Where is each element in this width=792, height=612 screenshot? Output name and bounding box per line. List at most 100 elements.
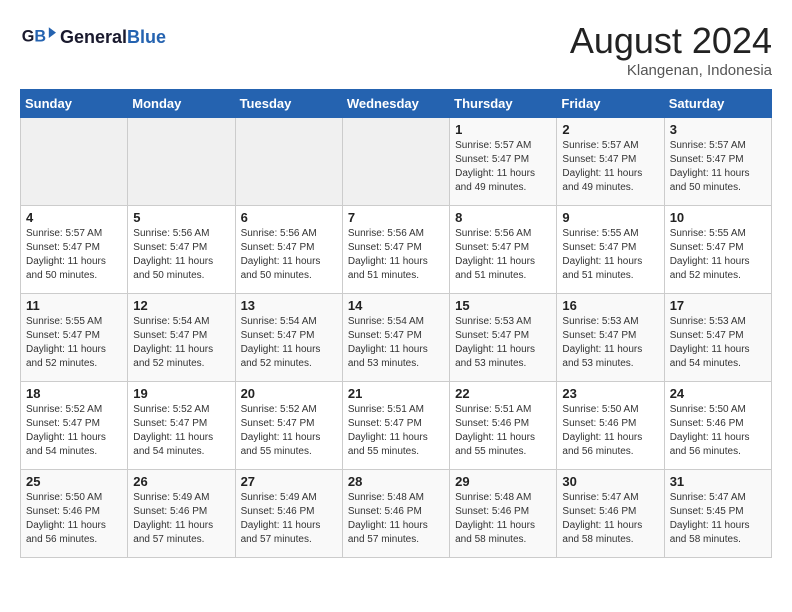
day-info: Sunrise: 5:56 AM Sunset: 5:47 PM Dayligh… [348, 227, 444, 283]
day-number: 2 [562, 122, 658, 137]
day-info: Sunrise: 5:53 AM Sunset: 5:47 PM Dayligh… [455, 315, 551, 371]
day-info: Sunrise: 5:51 AM Sunset: 5:47 PM Dayligh… [348, 403, 444, 459]
calendar-table: SundayMondayTuesdayWednesdayThursdayFrid… [20, 89, 772, 558]
day-cell: 3 Sunrise: 5:57 AM Sunset: 5:47 PM Daylig… [664, 118, 771, 206]
day-cell: 8Sunrise: 5:56 AM Sunset: 5:47 PM Daylig… [450, 206, 557, 294]
day-info: Sunrise: 5:55 AM Sunset: 5:47 PM Dayligh… [26, 315, 122, 371]
svg-text:B: B [34, 28, 46, 46]
day-info: Sunrise: 5:52 AM Sunset: 5:47 PM Dayligh… [241, 403, 337, 459]
day-number: 21 [348, 386, 444, 401]
day-cell: 4 Sunrise: 5:57 AM Sunset: 5:47 PM Daylig… [21, 206, 128, 294]
day-info: Sunrise: 5:49 AM Sunset: 5:46 PM Dayligh… [241, 491, 337, 547]
day-cell: 7 Sunrise: 5:56 AM Sunset: 5:47 PM Daylig… [342, 206, 449, 294]
page-header: G B GeneralBlue August 2024 Klangenan, I… [20, 20, 772, 79]
day-info: Sunrise: 5:57 AM Sunset: 5:47 PM Dayligh… [26, 227, 122, 283]
day-cell: 9 Sunrise: 5:55 AM Sunset: 5:47 PM Daylig… [557, 206, 664, 294]
day-info: Sunrise: 5:56 AM Sunset: 5:47 PM Dayligh… [133, 227, 229, 283]
day-number: 18 [26, 386, 122, 401]
day-number: 14 [348, 298, 444, 313]
day-cell: 10 Sunrise: 5:55 AM Sunset: 5:47 PM Dayli… [664, 206, 771, 294]
day-number: 23 [562, 386, 658, 401]
week-row-4: 18 Sunrise: 5:52 AM Sunset: 5:47 PM Dayli… [21, 382, 772, 470]
day-info: Sunrise: 5:57 AM Sunset: 5:47 PM Dayligh… [562, 139, 658, 195]
day-cell: 24Sunrise: 5:50 AM Sunset: 5:46 PM Dayli… [664, 382, 771, 470]
calendar-header: SundayMondayTuesdayWednesdayThursdayFrid… [21, 90, 772, 118]
day-number: 7 [348, 210, 444, 225]
day-cell: 30Sunrise: 5:47 AM Sunset: 5:46 PM Dayli… [557, 470, 664, 558]
day-number: 17 [670, 298, 766, 313]
day-info: Sunrise: 5:57 AM Sunset: 5:47 PM Dayligh… [670, 139, 766, 195]
logo: G B GeneralBlue [20, 20, 166, 56]
day-number: 3 [670, 122, 766, 137]
day-info: Sunrise: 5:52 AM Sunset: 5:47 PM Dayligh… [133, 403, 229, 459]
day-cell: 14 Sunrise: 5:54 AM Sunset: 5:47 PM Dayli… [342, 294, 449, 382]
day-number: 10 [670, 210, 766, 225]
day-number: 5 [133, 210, 229, 225]
day-cell: 19 Sunrise: 5:52 AM Sunset: 5:47 PM Dayli… [128, 382, 235, 470]
week-row-5: 25 Sunrise: 5:50 AM Sunset: 5:46 PM Dayli… [21, 470, 772, 558]
day-info: Sunrise: 5:55 AM Sunset: 5:47 PM Dayligh… [562, 227, 658, 283]
day-number: 13 [241, 298, 337, 313]
day-number: 30 [562, 474, 658, 489]
day-number: 4 [26, 210, 122, 225]
header-monday: Monday [128, 90, 235, 118]
day-cell: 26 Sunrise: 5:49 AM Sunset: 5:46 PM Dayli… [128, 470, 235, 558]
day-cell: 5 Sunrise: 5:56 AM Sunset: 5:47 PM Daylig… [128, 206, 235, 294]
header-friday: Friday [557, 90, 664, 118]
day-cell: 16 Sunrise: 5:53 AM Sunset: 5:47 PM Dayli… [557, 294, 664, 382]
day-info: Sunrise: 5:54 AM Sunset: 5:47 PM Dayligh… [133, 315, 229, 371]
day-cell: 22Sunrise: 5:51 AM Sunset: 5:46 PM Dayli… [450, 382, 557, 470]
day-cell [21, 118, 128, 206]
day-cell: 17 Sunrise: 5:53 AM Sunset: 5:47 PM Dayli… [664, 294, 771, 382]
day-number: 15 [455, 298, 551, 313]
day-cell: 6 Sunrise: 5:56 AM Sunset: 5:47 PM Daylig… [235, 206, 342, 294]
header-saturday: Saturday [664, 90, 771, 118]
day-cell: 2 Sunrise: 5:57 AM Sunset: 5:47 PM Daylig… [557, 118, 664, 206]
day-info: Sunrise: 5:47 AM Sunset: 5:45 PM Dayligh… [670, 491, 766, 547]
day-number: 11 [26, 298, 122, 313]
day-cell: 31Sunrise: 5:47 AM Sunset: 5:45 PM Dayli… [664, 470, 771, 558]
day-info: Sunrise: 5:54 AM Sunset: 5:47 PM Dayligh… [348, 315, 444, 371]
day-info: Sunrise: 5:56 AM Sunset: 5:47 PM Dayligh… [241, 227, 337, 283]
day-cell: 18 Sunrise: 5:52 AM Sunset: 5:47 PM Dayli… [21, 382, 128, 470]
day-number: 26 [133, 474, 229, 489]
day-number: 12 [133, 298, 229, 313]
day-number: 9 [562, 210, 658, 225]
day-number: 22 [455, 386, 551, 401]
header-sunday: Sunday [21, 90, 128, 118]
day-number: 19 [133, 386, 229, 401]
day-info: Sunrise: 5:56 AM Sunset: 5:47 PM Dayligh… [455, 227, 551, 283]
calendar-subtitle: Klangenan, Indonesia [570, 62, 772, 79]
day-cell [342, 118, 449, 206]
header-tuesday: Tuesday [235, 90, 342, 118]
day-info: Sunrise: 5:53 AM Sunset: 5:47 PM Dayligh… [562, 315, 658, 371]
day-cell: 20Sunrise: 5:52 AM Sunset: 5:47 PM Dayli… [235, 382, 342, 470]
day-info: Sunrise: 5:52 AM Sunset: 5:47 PM Dayligh… [26, 403, 122, 459]
day-info: Sunrise: 5:50 AM Sunset: 5:46 PM Dayligh… [562, 403, 658, 459]
day-cell: 1Sunrise: 5:57 AM Sunset: 5:47 PM Daylig… [450, 118, 557, 206]
day-info: Sunrise: 5:54 AM Sunset: 5:47 PM Dayligh… [241, 315, 337, 371]
logo-icon: G B [20, 20, 56, 56]
day-cell: 21 Sunrise: 5:51 AM Sunset: 5:47 PM Dayli… [342, 382, 449, 470]
day-number: 25 [26, 474, 122, 489]
day-info: Sunrise: 5:57 AM Sunset: 5:47 PM Dayligh… [455, 139, 551, 195]
day-cell: 25 Sunrise: 5:50 AM Sunset: 5:46 PM Dayli… [21, 470, 128, 558]
day-info: Sunrise: 5:48 AM Sunset: 5:46 PM Dayligh… [348, 491, 444, 547]
svg-text:G: G [22, 28, 35, 46]
day-cell: 27Sunrise: 5:49 AM Sunset: 5:46 PM Dayli… [235, 470, 342, 558]
day-info: Sunrise: 5:49 AM Sunset: 5:46 PM Dayligh… [133, 491, 229, 547]
day-number: 16 [562, 298, 658, 313]
day-number: 6 [241, 210, 337, 225]
day-cell: 12 Sunrise: 5:54 AM Sunset: 5:47 PM Dayli… [128, 294, 235, 382]
day-cell: 23 Sunrise: 5:50 AM Sunset: 5:46 PM Dayli… [557, 382, 664, 470]
logo-text: GeneralBlue [60, 28, 166, 48]
header-thursday: Thursday [450, 90, 557, 118]
day-info: Sunrise: 5:55 AM Sunset: 5:47 PM Dayligh… [670, 227, 766, 283]
day-info: Sunrise: 5:50 AM Sunset: 5:46 PM Dayligh… [26, 491, 122, 547]
week-row-2: 4 Sunrise: 5:57 AM Sunset: 5:47 PM Daylig… [21, 206, 772, 294]
day-info: Sunrise: 5:50 AM Sunset: 5:46 PM Dayligh… [670, 403, 766, 459]
calendar-title: August 2024 [570, 20, 772, 62]
day-cell: 11 Sunrise: 5:55 AM Sunset: 5:47 PM Dayli… [21, 294, 128, 382]
day-info: Sunrise: 5:53 AM Sunset: 5:47 PM Dayligh… [670, 315, 766, 371]
title-block: August 2024 Klangenan, Indonesia [570, 20, 772, 79]
